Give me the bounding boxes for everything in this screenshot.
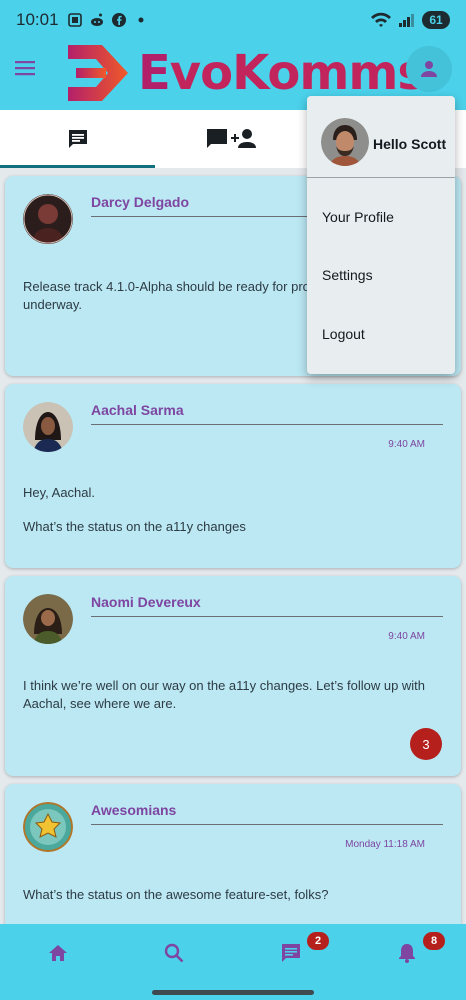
sender-name: Aachal Sarma <box>91 402 184 418</box>
status-bar: 10:01 61 <box>0 0 466 40</box>
tab-chats[interactable] <box>0 110 156 168</box>
dropdown-header: Hello Scott <box>307 96 455 178</box>
unread-count-badge: 3 <box>410 728 442 760</box>
nav-home[interactable] <box>41 936 75 970</box>
bottom-navigation: 2 8 <box>0 924 466 1000</box>
menu-item-settings[interactable]: Settings <box>307 250 455 300</box>
search-icon <box>164 943 184 963</box>
messages-count-badge: 2 <box>307 932 329 950</box>
message-line: I think we’re well on our way on the a11… <box>23 678 426 693</box>
status-time: 10:01 <box>16 10 59 29</box>
message-time: 9:40 AM <box>388 439 425 450</box>
app-logo: EvoKomms <box>66 42 426 104</box>
message-card[interactable]: Awesomians Monday 11:18 AM What’s the st… <box>5 784 461 924</box>
screenshot-icon <box>67 13 82 27</box>
nav-notifications[interactable]: 8 <box>390 932 445 970</box>
message-body: Hey, Aachal. What’s the status on the a1… <box>23 484 425 536</box>
divider <box>91 616 443 617</box>
divider <box>91 424 443 425</box>
sender-name: Awesomians <box>91 802 177 818</box>
avatar <box>23 402 73 452</box>
greeting-text: Hello Scott <box>373 136 447 152</box>
message-line: What’s the status on the a11y changes <box>23 519 246 534</box>
sender-name: Naomi Devereux <box>91 594 201 610</box>
battery-indicator: 61 <box>422 11 450 29</box>
avatar <box>321 118 369 166</box>
profile-menu-button[interactable] <box>406 46 452 92</box>
message-icon <box>282 944 300 962</box>
message-line: Aachal, see where we are. <box>23 696 177 711</box>
message-line: Hey, Aachal. <box>23 485 96 500</box>
person-icon <box>421 61 437 77</box>
facebook-icon <box>111 13 126 27</box>
nav-search[interactable] <box>157 936 191 970</box>
home-indicator[interactable] <box>152 990 314 995</box>
home-icon <box>49 945 67 961</box>
message-body: I think we’re well on our way on the a11… <box>23 677 443 713</box>
avatar <box>23 194 73 244</box>
message-time: Monday 11:18 AM <box>345 839 425 850</box>
message-body: What’s the status on the awesome feature… <box>23 886 425 904</box>
logo-mark-icon <box>68 45 128 101</box>
chat-icon <box>68 130 87 148</box>
divider <box>91 824 443 825</box>
notifications-count-badge: 8 <box>423 932 445 950</box>
chat-add-user-icon <box>206 129 256 148</box>
message-time: 9:40 AM <box>388 631 425 642</box>
menu-item-your-profile[interactable]: Your Profile <box>307 192 455 242</box>
avatar <box>23 802 73 852</box>
message-line: What’s the status on the awesome feature… <box>23 887 329 902</box>
message-card[interactable]: Naomi Devereux 9:40 AM I think we’re wel… <box>5 576 461 776</box>
sender-name: Darcy Delgado <box>91 194 190 210</box>
menu-item-logout[interactable]: Logout <box>307 309 455 359</box>
reddit-icon <box>90 13 103 26</box>
notification-dot-icon <box>138 17 144 23</box>
profile-dropdown-menu: Hello Scott Your Profile Settings Logout <box>307 96 455 374</box>
cellular-signal-icon <box>399 14 414 27</box>
app-title: EvoKomms <box>138 45 426 101</box>
hamburger-menu-icon[interactable] <box>12 54 40 82</box>
wifi-icon <box>371 12 391 27</box>
message-card[interactable]: Aachal Sarma 9:40 AM Hey, Aachal. What’s… <box>5 384 461 568</box>
avatar <box>23 594 73 644</box>
nav-messages[interactable]: 2 <box>274 932 329 970</box>
bell-icon <box>399 944 415 963</box>
tab-new-chat[interactable] <box>155 110 310 168</box>
